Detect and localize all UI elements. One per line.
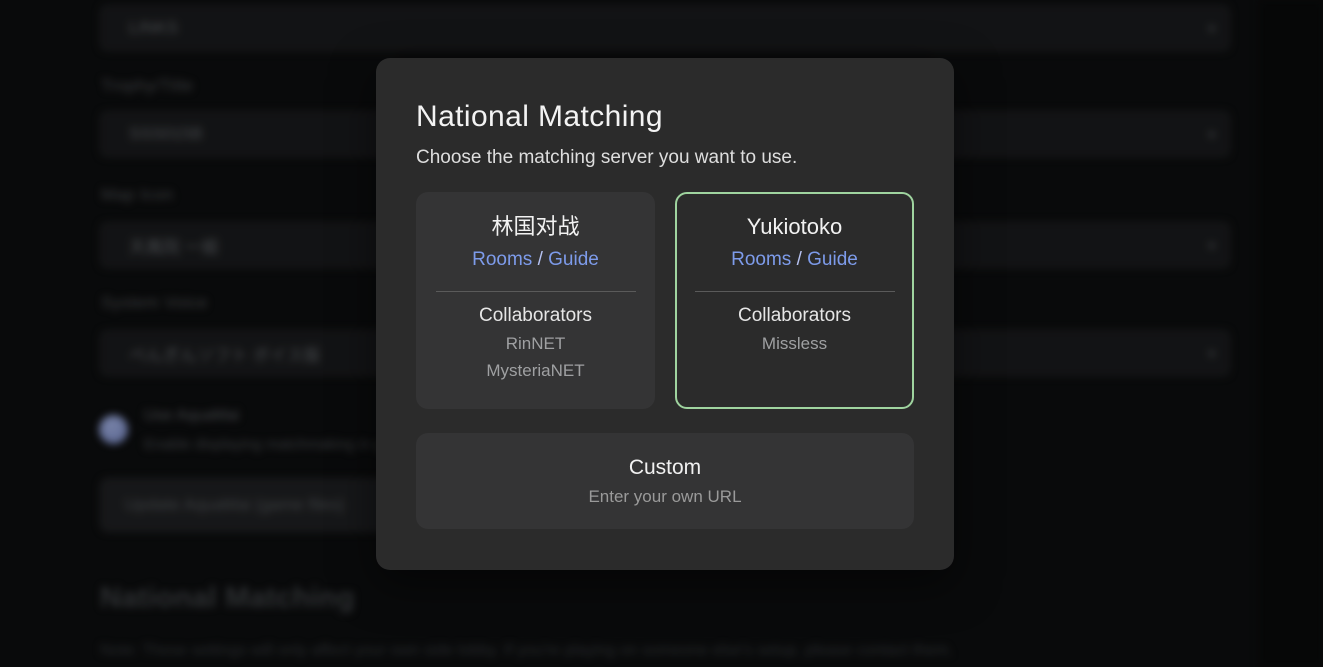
collaborator-name: Missless — [762, 333, 827, 355]
collaborator-name: MysteriaNET — [486, 360, 584, 382]
dialog-subtitle: Choose the matching server you want to u… — [416, 146, 914, 170]
collaborator-name: RinNET — [506, 333, 566, 355]
collaborators-heading: Collaborators — [738, 304, 851, 328]
server-cards-row: 林国对战 Rooms / Guide Collaborators RinNET … — [416, 192, 914, 409]
dialog-title: National Matching — [416, 100, 914, 134]
link-separator: / — [791, 249, 807, 270]
rooms-link[interactable]: Rooms — [731, 249, 791, 270]
server-name: 林国对战 — [491, 214, 579, 240]
card-divider — [436, 291, 636, 292]
rooms-link[interactable]: Rooms — [472, 249, 532, 270]
guide-link[interactable]: Guide — [807, 249, 858, 270]
server-name: Yukiotoko — [747, 214, 842, 240]
custom-card-title: Custom — [629, 456, 701, 480]
link-separator: / — [532, 249, 548, 270]
server-card-yukiotoko[interactable]: Yukiotoko Rooms / Guide Collaborators Mi… — [675, 192, 914, 409]
guide-link[interactable]: Guide — [548, 249, 599, 270]
collaborators-heading: Collaborators — [479, 304, 592, 328]
server-card-linguo[interactable]: 林国对战 Rooms / Guide Collaborators RinNET … — [416, 192, 655, 409]
custom-server-card[interactable]: Custom Enter your own URL — [416, 433, 914, 529]
server-links: Rooms / Guide — [731, 248, 858, 272]
card-divider — [695, 291, 895, 292]
national-matching-dialog: National Matching Choose the matching se… — [376, 58, 954, 570]
server-links: Rooms / Guide — [472, 248, 599, 272]
custom-card-subtitle: Enter your own URL — [588, 487, 741, 507]
